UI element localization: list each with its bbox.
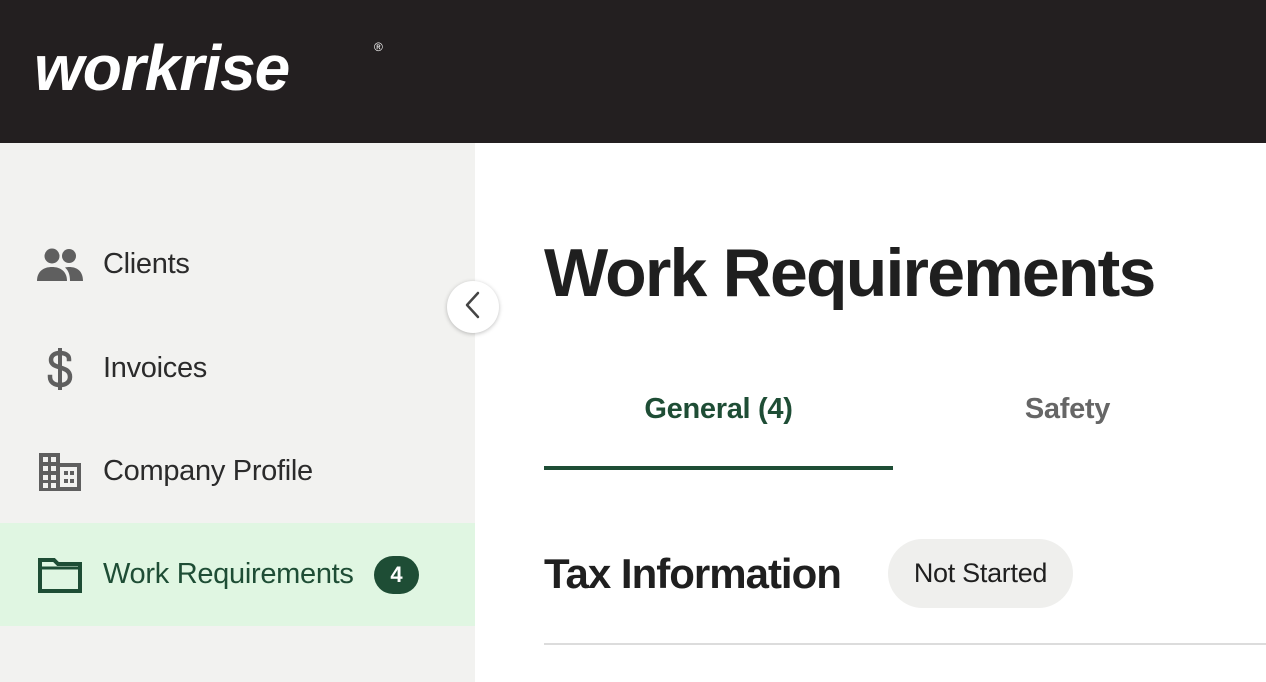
count-badge: 4 [374, 555, 419, 594]
folder-icon [34, 549, 86, 601]
active-tab-indicator [544, 466, 893, 470]
section-title: Tax Information [544, 550, 842, 597]
sidebar-item-label: Clients [103, 248, 190, 280]
sidebar-item-invoices[interactable]: Invoices [0, 317, 475, 420]
divider [544, 643, 1266, 645]
sidebar-item-label: Invoices [103, 352, 207, 384]
sidebar-item-label: Company Profile [103, 455, 313, 487]
sidebar-item-work-requirements[interactable]: Work Requirements 4 [0, 523, 475, 626]
page-title: Work Requirements [544, 235, 1156, 311]
top-bar: workrise ® [0, 0, 1266, 143]
workrise-logo[interactable]: workrise [34, 28, 290, 108]
main-content: Work Requirements General (4) Safety Tax… [475, 143, 1266, 682]
people-icon [34, 239, 86, 291]
sidebar: Clients Invoices Company Profile Work Re… [0, 143, 475, 682]
building-icon [34, 446, 86, 498]
tab-safety[interactable]: Safety [893, 393, 1242, 469]
sidebar-item-clients[interactable]: Clients [0, 213, 475, 316]
collapse-sidebar-button[interactable] [447, 281, 499, 333]
dollar-icon [34, 343, 86, 395]
sidebar-item-label: Work Requirements [103, 558, 354, 590]
tab-general[interactable]: General (4) [544, 393, 893, 469]
sidebar-item-company-profile[interactable]: Company Profile [0, 420, 475, 523]
status-badge: Not Started [888, 539, 1073, 608]
registered-mark: ® [374, 40, 383, 54]
chevron-left-icon [464, 291, 482, 324]
